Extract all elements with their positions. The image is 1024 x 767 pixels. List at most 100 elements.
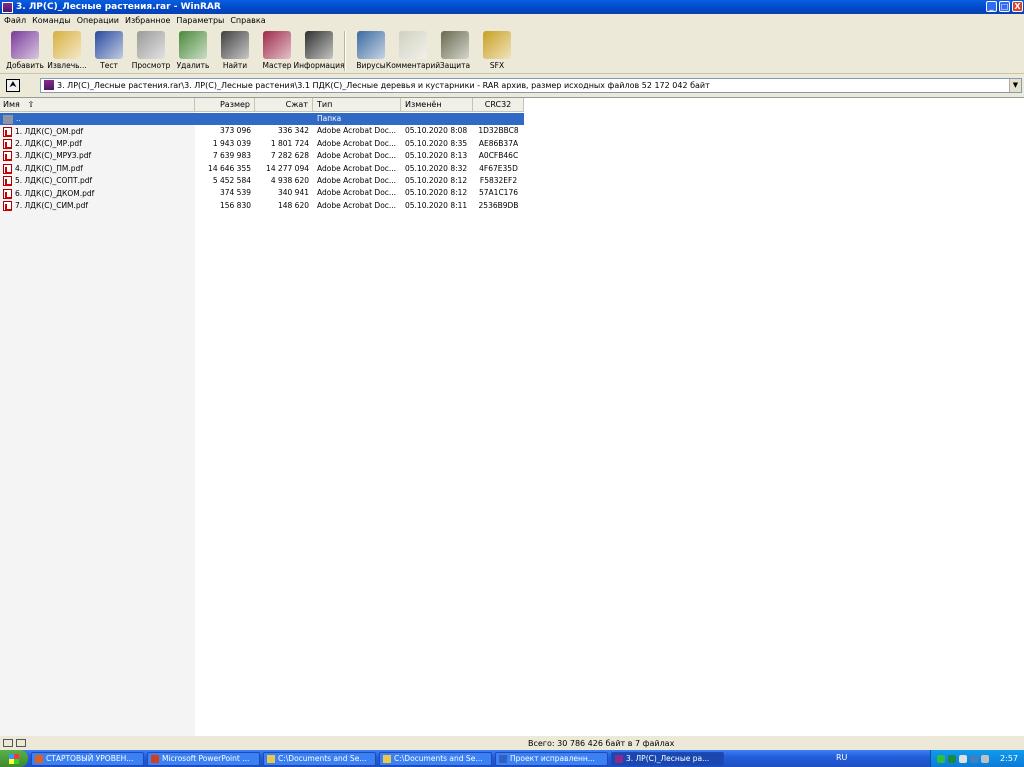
- sfx-icon: [483, 31, 511, 59]
- maximize-button[interactable]: □: [999, 1, 1010, 12]
- protect-button[interactable]: Защита: [434, 28, 476, 70]
- title-bar: 3. ЛР(С)_Лесные растения.rar - WinRAR _ …: [0, 0, 1024, 14]
- taskbar-task[interactable]: Microsoft PowerPoint ...: [147, 751, 260, 766]
- file-type: Adobe Acrobat Doc...: [317, 151, 397, 161]
- file-size: 14 646 355: [208, 163, 251, 173]
- file-size: 1 943 039: [212, 138, 251, 148]
- taskbar-task[interactable]: C:\Documents and Se...: [263, 751, 376, 766]
- comment-icon: [399, 31, 427, 59]
- minimize-button[interactable]: _: [986, 1, 997, 12]
- pdf-file-icon: [3, 126, 12, 137]
- file-type: Adobe Acrobat Doc...: [317, 188, 397, 198]
- taskbar-task[interactable]: СТАРТОВЫЙ УРОВЕН...: [31, 751, 144, 766]
- protect-shield-icon: [441, 31, 469, 59]
- table-row[interactable]: 4. ЛДК(С)_ПМ.pdf 14 646 355 14 277 094 Adob…: [0, 163, 524, 175]
- column-header-modified[interactable]: Изменён: [401, 98, 473, 112]
- add-archive-icon: [11, 31, 39, 59]
- add-button[interactable]: Добавить: [4, 28, 46, 70]
- virus-scan-icon: [357, 31, 385, 59]
- drive-icon: [3, 739, 13, 747]
- menu-help[interactable]: Справка: [227, 16, 268, 25]
- table-row[interactable]: 2. ЛДК(С)_МР.pdf 1 943 039 1 801 724 Adobe …: [0, 138, 524, 150]
- file-type: Adobe Acrobat Doc...: [317, 138, 397, 148]
- file-crc: 57A1C176: [479, 188, 518, 198]
- start-button[interactable]: [0, 750, 28, 767]
- delete-icon: [179, 31, 207, 59]
- path-combobox[interactable]: 3. ЛР(С)_Лесные растения.rar\3. ЛР(С)_Ле…: [40, 77, 1022, 93]
- delete-button[interactable]: Удалить: [172, 28, 214, 70]
- up-folder-button[interactable]: ⮝: [6, 78, 20, 92]
- menu-favorites[interactable]: Избранное: [122, 16, 173, 25]
- path-bar: ⮝ 3. ЛР(С)_Лесные растения.rar\3. ЛР(С)_…: [0, 76, 1024, 94]
- file-type: Adobe Acrobat Doc...: [317, 176, 397, 185]
- file-list[interactable]: Имя ⇧ Размер Сжат Тип Изменён CRC32 .. П…: [0, 97, 1024, 737]
- file-type: Adobe Acrobat Doc...: [317, 126, 397, 136]
- menu-commands[interactable]: Команды: [29, 16, 74, 25]
- pdf-file-icon: [3, 188, 12, 199]
- find-button[interactable]: Найти: [214, 28, 256, 70]
- extract-icon: [53, 31, 81, 59]
- column-header: Имя ⇧ Размер Сжат Тип Изменён CRC32: [0, 98, 524, 112]
- menu-options[interactable]: Параметры: [173, 16, 227, 25]
- tray-app-icon[interactable]: [981, 754, 990, 763]
- taskbar-task[interactable]: 3. ЛР(С)_Лесные ра...: [611, 751, 724, 766]
- language-indicator[interactable]: RU: [836, 753, 847, 762]
- file-name: 6. ЛДК(С)_ДКОМ.pdf: [15, 188, 95, 198]
- table-row[interactable]: 5. ЛДК(С)_СОПТ.pdf 5 452 584 4 938 620 Adob…: [0, 175, 524, 187]
- column-header-type[interactable]: Тип: [313, 98, 401, 112]
- file-crc: F5832EF2: [479, 176, 518, 185]
- file-name: 1. ЛДК(С)_ОМ.pdf: [15, 126, 84, 136]
- comment-button[interactable]: Комментарий: [386, 28, 440, 70]
- menu-file[interactable]: Файл: [1, 16, 29, 25]
- file-name: 7. ЛДК(С)_СИМ.pdf: [15, 200, 89, 210]
- file-packed: 7 282 628: [270, 151, 309, 161]
- key-icon: [16, 739, 26, 747]
- pdf-file-icon: [3, 176, 12, 187]
- table-row[interactable]: 7. ЛДК(С)_СИМ.pdf 156 830 148 620 Adobe Acr…: [0, 200, 524, 212]
- table-row[interactable]: 6. ЛДК(С)_ДКОМ.pdf 374 539 340 941 Adobe Ac…: [0, 187, 524, 199]
- column-header-crc[interactable]: CRC32: [473, 98, 524, 112]
- file-modified: 05.10.2020 8:12: [405, 188, 468, 198]
- extract-button[interactable]: Извлечь...: [46, 28, 88, 70]
- sort-ascending-icon: ⇧: [27, 100, 35, 109]
- test-button[interactable]: Тест: [88, 28, 130, 70]
- wizard-button[interactable]: Мастер: [256, 28, 298, 70]
- file-crc: 2536B9DB: [478, 200, 519, 210]
- chevron-down-icon: ▼: [1012, 80, 1019, 89]
- path-dropdown-button[interactable]: ▼: [1009, 78, 1021, 92]
- menu-operations[interactable]: Операции: [74, 16, 122, 25]
- file-crc: 1D32BBC8: [478, 126, 519, 136]
- file-packed: 1 801 724: [270, 138, 309, 148]
- taskbar-task[interactable]: Проект исправленн...: [495, 751, 608, 766]
- file-crc: 4F67E35D: [479, 163, 518, 173]
- column-header-packed[interactable]: Сжат: [255, 98, 313, 112]
- file-packed: 4 938 620: [270, 176, 309, 185]
- task-app-icon: [151, 754, 159, 763]
- view-button[interactable]: Просмотр: [130, 28, 172, 70]
- menu-bar: Файл Команды Операции Избранное Параметр…: [0, 14, 1024, 27]
- sfx-button[interactable]: SFX: [476, 28, 518, 70]
- taskbar-task[interactable]: C:\Documents and Se...: [379, 751, 492, 766]
- volume-icon[interactable]: [959, 754, 968, 763]
- file-size: 7 639 983: [212, 151, 251, 161]
- info-button[interactable]: Информация: [293, 28, 345, 70]
- file-size: 5 452 584: [212, 176, 251, 185]
- table-row[interactable]: 1. ЛДК(С)_ОМ.pdf 373 096 336 342 Adobe Acro…: [0, 125, 524, 137]
- table-row[interactable]: 3. ЛДК(С)_МРУЗ.pdf 7 639 983 7 282 628 Adob…: [0, 150, 524, 162]
- close-button[interactable]: X: [1012, 1, 1023, 12]
- task-app-icon: [35, 754, 43, 763]
- clock: 2:57: [1000, 754, 1018, 763]
- file-name: 5. ЛДК(С)_СОПТ.pdf: [15, 176, 93, 186]
- task-app-icon: [267, 754, 275, 763]
- toolbar-separator: [344, 31, 346, 71]
- network-icon[interactable]: [970, 754, 979, 763]
- column-header-name[interactable]: Имя ⇧: [0, 98, 195, 112]
- arrow-down-tray-icon: [937, 754, 946, 763]
- parent-folder-row[interactable]: .. Папка: [0, 113, 524, 126]
- system-tray: 2:57: [930, 750, 1024, 767]
- column-header-size[interactable]: Размер: [195, 98, 255, 112]
- pdf-file-icon: [3, 200, 12, 211]
- antivirus-tray-icon: [948, 754, 957, 763]
- winrar-app-icon: [2, 1, 13, 13]
- file-packed: 14 277 094: [266, 163, 309, 173]
